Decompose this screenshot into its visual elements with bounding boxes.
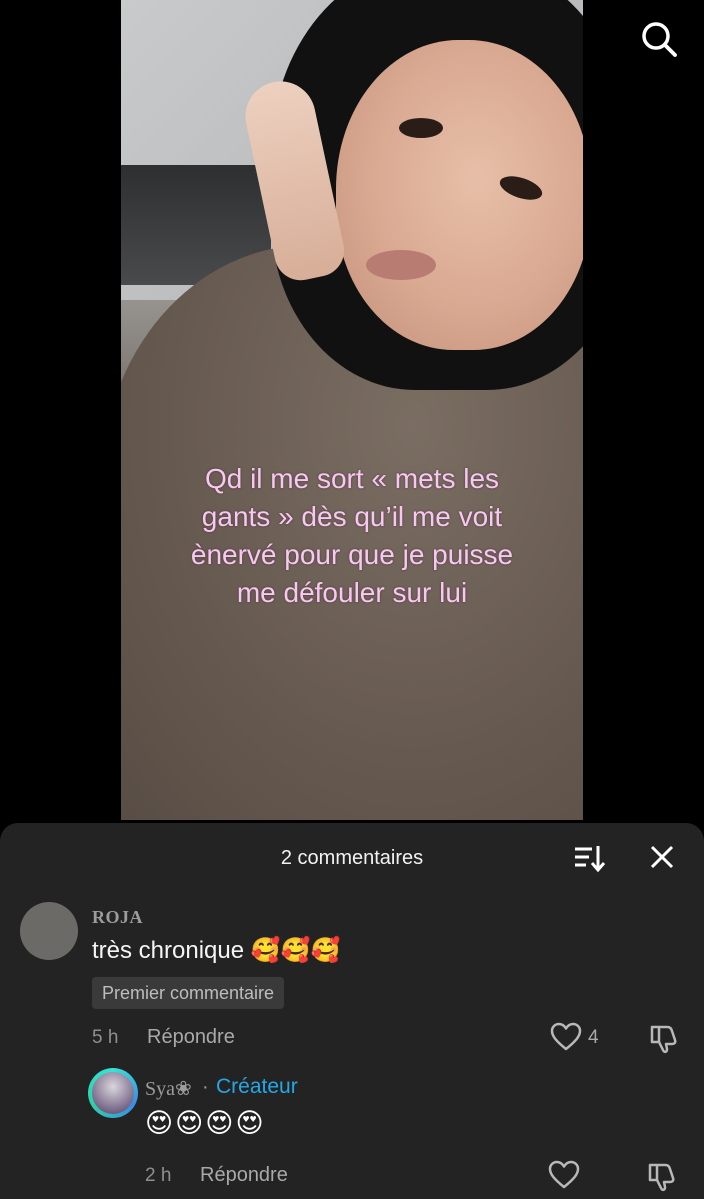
face [336,40,583,350]
reply-time: 2 h [145,1165,172,1186]
like-button[interactable] [548,1160,580,1190]
reply-author[interactable]: Sya❀ [145,1076,192,1101]
creator-label: Créateur [216,1075,298,1098]
like-count: 4 [588,1027,599,1048]
comments-sheet: 2 commentaires [0,823,704,1199]
dislike-button[interactable] [646,1160,678,1192]
search-icon [642,22,677,57]
avatar[interactable] [20,902,78,960]
heart-icon [550,1022,582,1051]
caption-line: gants » dès qu’il me voit [201,501,503,532]
thumbs-down-icon [650,1025,677,1054]
close-icon [650,845,674,869]
close-button[interactable] [646,841,678,873]
first-comment-badge: Premier commentaire [92,977,285,1009]
reply-button[interactable]: Répondre [200,1164,288,1187]
thumbs-down-icon [648,1163,675,1192]
lips [366,250,436,280]
creator-avatar[interactable] [88,1068,138,1118]
left-eye [399,118,443,138]
comment-author[interactable]: ROJA [92,907,143,928]
reply-button[interactable]: Répondre [147,1026,235,1049]
video-frame[interactable] [121,0,583,820]
dislike-button[interactable] [648,1022,680,1054]
like-button[interactable] [550,1022,582,1052]
video-caption: Qd il me sort « mets les gants » dès qu’… [121,460,583,612]
caption-line: Qd il me sort « mets les [204,463,500,494]
caption-line: me défouler sur lui [236,577,468,608]
caption-line: ènervé pour que je puisse [190,539,514,570]
comment-text: très chronique 🥰🥰🥰 [92,937,341,964]
comment-time: 5 h [92,1027,119,1048]
search-button[interactable] [638,18,680,60]
sort-icon [575,846,606,873]
reply-text: 😍😍😍😍 [145,1108,266,1138]
avatar-photo [92,1072,134,1114]
sort-button[interactable] [572,841,606,875]
separator-dot: · [202,1076,209,1098]
heart-icon [548,1160,580,1189]
